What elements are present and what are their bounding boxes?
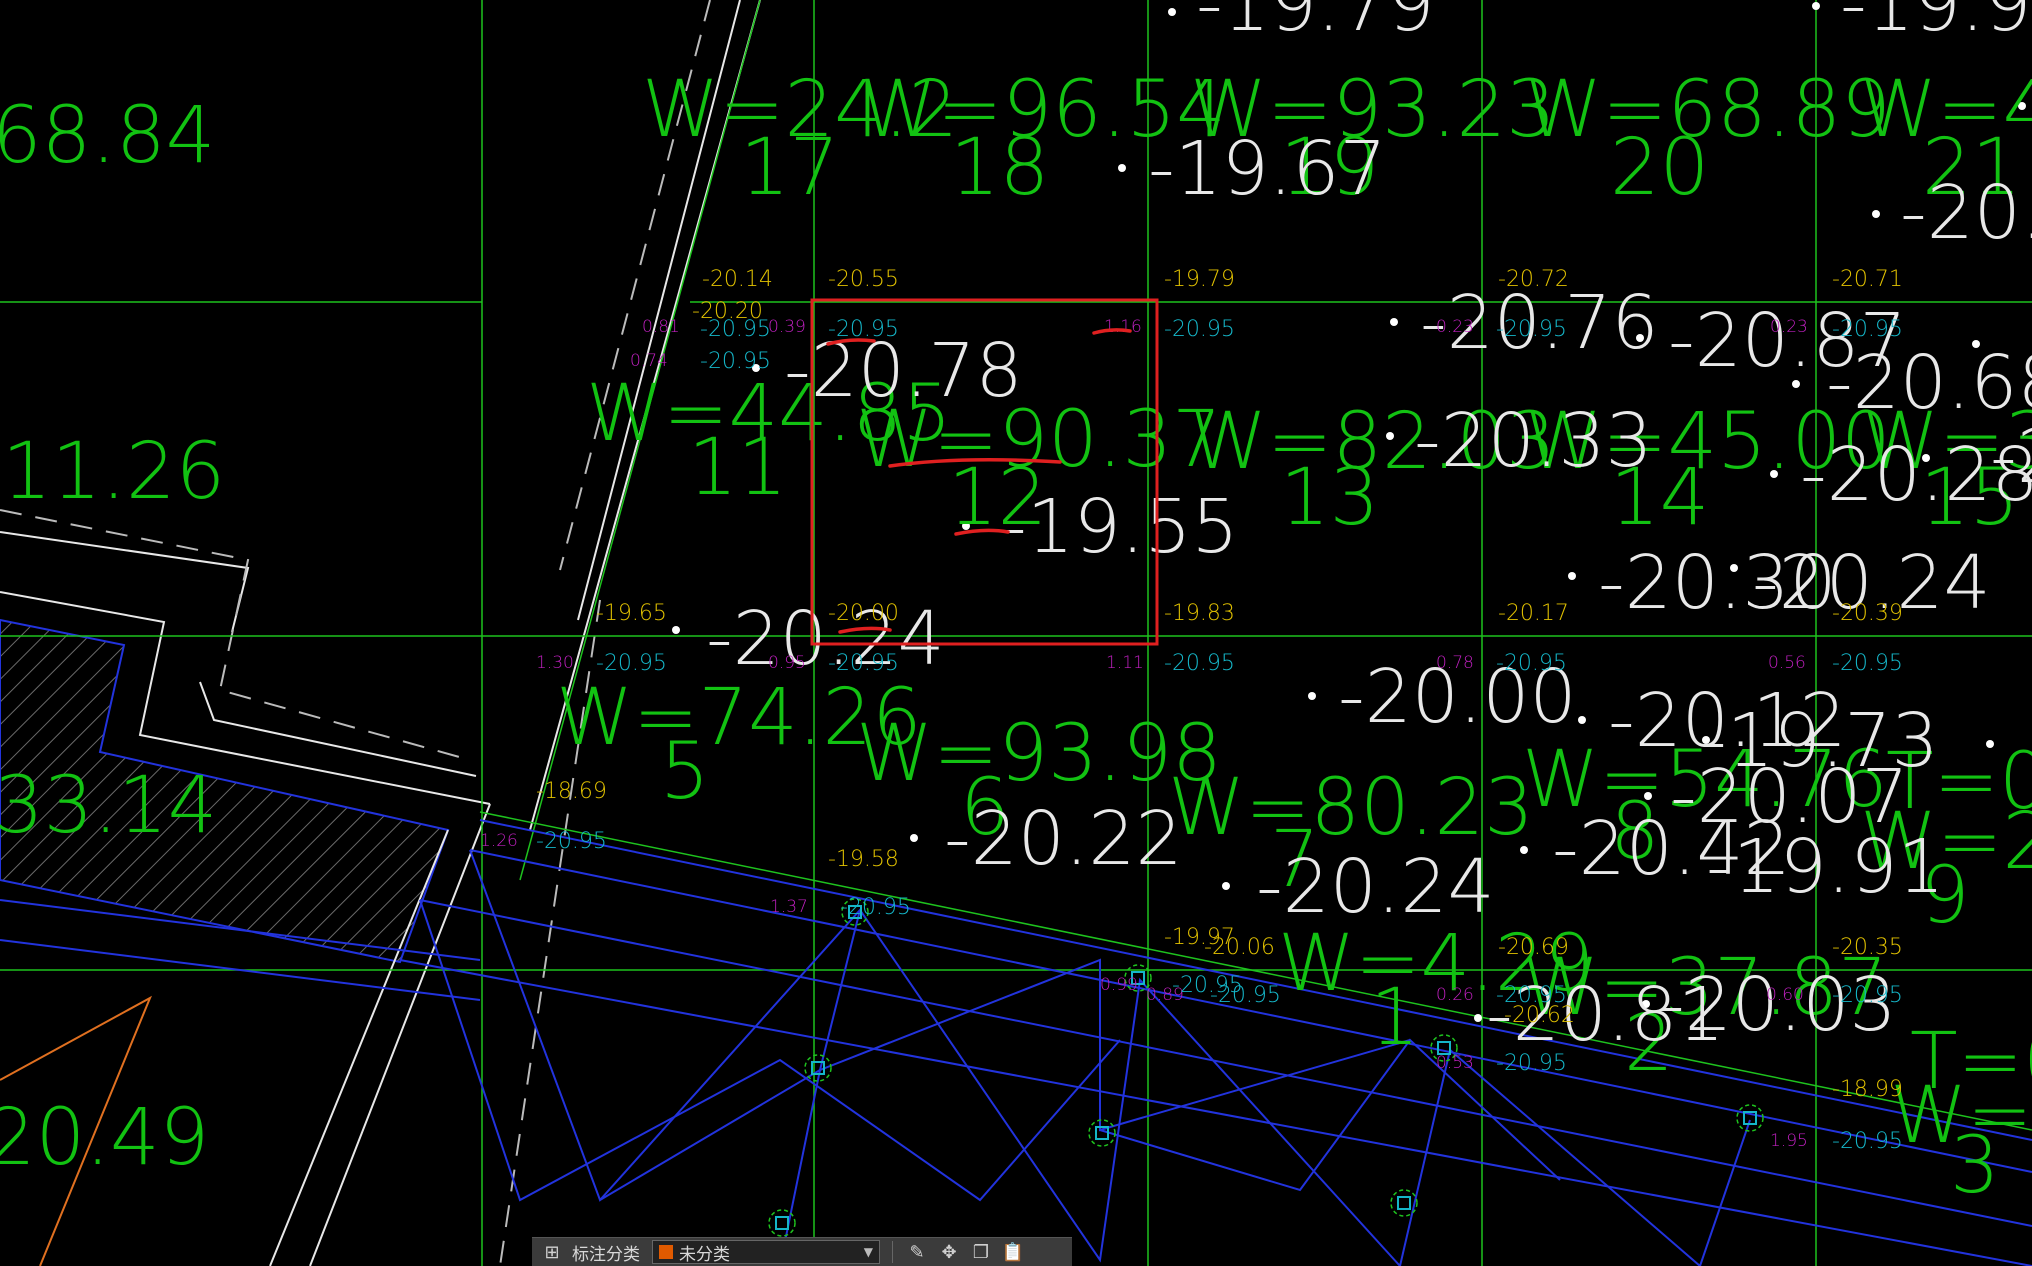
chevron-down-icon: ▼ xyxy=(863,1245,873,1259)
elevation-label-small-36: -19.58 xyxy=(828,847,899,872)
elevation-label-small-23: 1.30 xyxy=(536,653,574,673)
elevation-label-small-47: 0.26 xyxy=(1436,985,1474,1005)
elevation-label-small-15: -20.95 xyxy=(1832,317,1903,342)
elevation-label-small-53: -20.95 xyxy=(1496,1051,1567,1076)
elevation-label-large-43: -19.93 xyxy=(1840,0,2032,48)
elevation-label-large-19: 13 xyxy=(1280,453,1379,543)
elevation-label-small-43: 0.99 xyxy=(1100,975,1138,995)
elevation-label-small-20: -19.83 xyxy=(1164,601,1235,626)
elevation-label-small-16: 0.74 xyxy=(630,351,668,371)
elevation-label-small-6: 0.81 xyxy=(642,317,680,337)
toolbar-divider xyxy=(892,1241,893,1263)
elevation-label-small-51: -20.95 xyxy=(1832,983,1903,1008)
elevation-labels-large: 68.8411.2633.1420.49W=24.217W=96.5418W=9… xyxy=(0,0,2032,1211)
copy-icon[interactable]: ❐ xyxy=(969,1240,993,1264)
cad-drawing-canvas[interactable]: 68.8411.2633.1420.49W=24.217W=96.5418W=9… xyxy=(0,0,2032,1266)
elevation-label-large-52: -20 xyxy=(1990,414,2032,500)
elevation-label-large-11: 20 xyxy=(1610,123,1709,213)
elevation-label-small-42: -20.35 xyxy=(1832,935,1903,960)
elevation-label-small-52: 0.53 xyxy=(1436,1053,1474,1073)
elevation-label-small-54: -18.99 xyxy=(1832,1077,1903,1102)
elevation-label-large-15: 11 xyxy=(688,423,787,513)
elevation-label-large-42: -19.79 xyxy=(1196,0,1435,48)
elevation-label-small-35: -20.95 xyxy=(536,829,607,854)
elevation-label-small-49: -20.62 xyxy=(1504,1003,1575,1028)
elevation-label-large-41: 3 xyxy=(1950,1121,2000,1211)
elevation-label-large-0: 68.84 xyxy=(0,91,215,181)
elevation-label-large-63: -19.91 xyxy=(1706,824,1945,910)
elevation-label-large-5: 17 xyxy=(740,123,839,213)
annotation-toolbar: ⊞ 标注分类 未分类 ▼ ✎ ✥ ❐ 📋 xyxy=(532,1237,1072,1266)
grid-icon[interactable]: ⊞ xyxy=(540,1240,564,1264)
elevation-label-small-18: -19.65 xyxy=(596,601,667,626)
elevation-label-small-38: -20.95 xyxy=(840,895,911,920)
elevation-label-large-64: -20.24 xyxy=(1256,844,1495,930)
elevation-label-small-21: -20.17 xyxy=(1498,601,1569,626)
category-color-swatch xyxy=(659,1245,673,1259)
edit-icon[interactable]: ✎ xyxy=(905,1240,929,1264)
elevation-label-small-0: -20.14 xyxy=(702,267,773,292)
elevation-label-large-1: 11.26 xyxy=(2,427,225,517)
elevation-label-small-46: -20.95 xyxy=(1210,983,1281,1008)
elevation-label-small-2: -19.79 xyxy=(1164,267,1235,292)
category-select-value: 未分类 xyxy=(679,1244,730,1265)
elevation-label-small-9: -20.95 xyxy=(828,317,899,342)
elevation-label-small-13: -20.95 xyxy=(1496,317,1567,342)
elevation-label-large-2: 33.14 xyxy=(0,761,217,851)
paste-icon[interactable]: 📋 xyxy=(1001,1240,1025,1264)
elevation-label-large-61: -20.22 xyxy=(944,796,1183,882)
elevation-label-small-10: 1.16 xyxy=(1104,317,1142,337)
annotation-category-select[interactable]: 未分类 ▼ xyxy=(652,1240,880,1265)
elevation-label-large-53: -19.55 xyxy=(1000,484,1239,570)
elevation-label-small-31: 0.56 xyxy=(1768,653,1806,673)
dashed-outlines xyxy=(0,0,711,1266)
elevation-label-small-26: -20.95 xyxy=(828,651,899,676)
elevation-label-large-56: -20.24 xyxy=(706,596,945,682)
boundary-outlines xyxy=(0,0,761,1266)
elevation-label-large-26: W=93.98 xyxy=(856,709,1222,799)
elevation-label-large-36: 1 xyxy=(1370,973,1420,1063)
elevation-label-small-41: -20.69 xyxy=(1498,935,1569,960)
elevation-label-large-45: -20.7 xyxy=(1900,170,2032,256)
elevation-label-small-14: 0.23 xyxy=(1770,317,1808,337)
elevation-label-large-50: -20.33 xyxy=(1414,398,1653,484)
elevation-label-large-3: 20.49 xyxy=(0,1093,209,1183)
elevation-label-small-29: 0.78 xyxy=(1436,653,1474,673)
elevation-label-small-4: -20.71 xyxy=(1832,267,1903,292)
elevation-label-small-50: 0.60 xyxy=(1766,985,1804,1005)
elevation-label-small-25: 0.95 xyxy=(768,653,806,673)
elevation-label-small-37: 1.37 xyxy=(770,897,808,917)
elevation-label-large-7: 18 xyxy=(950,123,1049,213)
elevation-label-large-25: 5 xyxy=(660,727,710,817)
elevation-label-small-24: -20.95 xyxy=(596,651,667,676)
elevation-label-large-28: W=80.23 xyxy=(1168,763,1534,853)
elevation-label-small-33: -18.69 xyxy=(536,779,607,804)
elevation-label-small-1: -20.55 xyxy=(828,267,899,292)
elevation-label-small-3: -20.72 xyxy=(1498,267,1569,292)
annotation-category-label: 标注分类 xyxy=(572,1244,640,1265)
elevation-label-large-44: -19.67 xyxy=(1148,126,1387,212)
elevation-label-small-11: -20.95 xyxy=(1164,317,1235,342)
elevation-label-small-8: 0.39 xyxy=(768,317,806,337)
elevation-label-small-12: 0.23 xyxy=(1436,317,1474,337)
elevation-label-small-28: -20.95 xyxy=(1164,651,1235,676)
elevation-label-small-17: -20.95 xyxy=(700,349,771,374)
elevation-label-small-56: -20.95 xyxy=(1832,1129,1903,1154)
elevation-label-small-32: -20.95 xyxy=(1832,651,1903,676)
elevation-label-small-55: 1.95 xyxy=(1770,1131,1808,1151)
elevation-label-small-34: 1.26 xyxy=(480,831,518,851)
elevation-label-small-7: -20.95 xyxy=(700,317,771,342)
elevation-label-small-30: -20.95 xyxy=(1496,651,1567,676)
elevation-label-small-40: -20.06 xyxy=(1204,935,1275,960)
elevation-label-large-46: -20.78 xyxy=(784,328,1023,414)
elevation-label-small-22: -20.39 xyxy=(1832,601,1903,626)
elevation-label-small-19: -20.00 xyxy=(828,601,899,626)
move-icon[interactable]: ✥ xyxy=(937,1240,961,1264)
elevation-label-small-27: 1.11 xyxy=(1106,653,1144,673)
